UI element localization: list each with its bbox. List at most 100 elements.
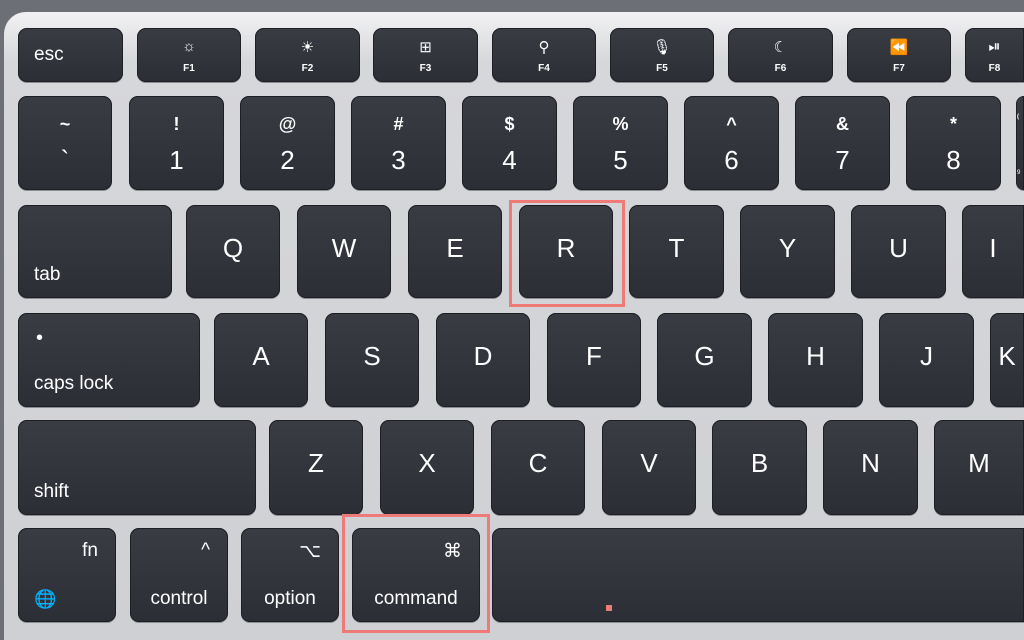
key-label: Y xyxy=(778,233,797,263)
n-key[interactable]: N xyxy=(823,420,918,515)
t-key[interactable]: T xyxy=(629,205,724,298)
key-label: 1 xyxy=(169,145,184,175)
key-label: H xyxy=(806,341,825,371)
key-label: T xyxy=(668,233,685,263)
key-label: W xyxy=(331,233,357,263)
key-label: F6 xyxy=(774,63,787,74)
7-key[interactable]: & 7 xyxy=(795,96,890,190)
key-label: 6 xyxy=(724,145,739,175)
w-key[interactable]: W xyxy=(297,205,391,298)
caps-lock-indicator: • xyxy=(36,327,44,349)
key-label: G xyxy=(694,341,715,371)
control-key[interactable]: ^ control xyxy=(130,528,228,622)
3-key[interactable]: #3 xyxy=(351,96,446,190)
f2-key[interactable]: ☀ F2 xyxy=(255,28,360,82)
c-key[interactable]: C xyxy=(491,420,585,515)
r-key-highlight xyxy=(509,200,625,307)
key-label: F4 xyxy=(538,63,550,74)
key-label: J xyxy=(920,341,933,371)
f5-key[interactable]: 🎙 F5 xyxy=(610,28,714,82)
key-label: X xyxy=(418,448,436,478)
a-key[interactable]: A xyxy=(214,313,308,407)
key-label: C xyxy=(528,448,548,478)
control-symbol-icon: ^ xyxy=(201,540,210,561)
5-key[interactable]: % 5 xyxy=(573,96,668,190)
key-label: 5 xyxy=(613,145,628,175)
key-label: option xyxy=(264,588,316,609)
k-key[interactable]: K xyxy=(990,313,1024,407)
m-key[interactable]: M xyxy=(934,420,1024,515)
z-key[interactable]: Z xyxy=(269,420,363,515)
8-key[interactable]: * 8 xyxy=(906,96,1001,190)
key-label: E xyxy=(446,233,464,263)
g-key[interactable]: G xyxy=(657,313,752,407)
shift-key[interactable]: shift xyxy=(18,420,256,515)
y-key[interactable]: Y xyxy=(740,205,835,298)
key-label: 4 xyxy=(502,145,517,175)
f-key[interactable]: F xyxy=(547,313,641,407)
key-label: 8 xyxy=(946,145,961,175)
tab-key[interactable]: tab xyxy=(18,205,172,298)
key-label: F1 xyxy=(183,63,195,74)
s-key[interactable]: S xyxy=(325,313,419,407)
key-label: U xyxy=(889,233,908,263)
e-key[interactable]: E xyxy=(408,205,502,298)
j-key[interactable]: J xyxy=(879,313,974,407)
key-label: B xyxy=(750,448,769,478)
f6-key[interactable]: ☾ F6 xyxy=(728,28,833,82)
key-label: 7 xyxy=(835,145,850,175)
search-icon: ⚲ xyxy=(538,39,550,56)
space-key[interactable] xyxy=(492,528,1024,622)
key-label: S xyxy=(363,341,381,371)
red-marker xyxy=(606,605,612,611)
key-label: Q xyxy=(222,233,244,263)
key-label: F3 xyxy=(419,63,432,74)
mission-control-icon: ⊞ xyxy=(419,39,432,56)
key-label: I xyxy=(989,233,997,263)
h-key[interactable]: H xyxy=(768,313,863,407)
play-pause-icon: ⏯ xyxy=(988,38,1001,55)
key-label: esc xyxy=(34,44,64,65)
q-key[interactable]: Q xyxy=(186,205,280,298)
key-label: K xyxy=(998,341,1016,371)
f7-key[interactable]: ⏪ F7 xyxy=(847,28,951,82)
x-key[interactable]: X xyxy=(380,420,474,515)
brightness-down-icon: ☼ xyxy=(182,38,196,55)
d-key[interactable]: D xyxy=(436,313,530,407)
b-key[interactable]: B xyxy=(712,420,807,515)
`-key[interactable]: ~ ` xyxy=(18,96,112,190)
6-key[interactable]: ^ 6 xyxy=(684,96,779,190)
key-label: F xyxy=(586,341,602,371)
v-key[interactable]: V xyxy=(602,420,696,515)
key-label: M xyxy=(968,448,990,478)
key-label: N xyxy=(861,448,880,478)
2-key[interactable]: @2 xyxy=(240,96,335,190)
key-shift-label: * xyxy=(949,114,957,134)
key-label: shift xyxy=(34,481,69,502)
key-shift-label: ( xyxy=(1017,114,1019,120)
key-shift-label: ^ xyxy=(726,114,737,134)
key-label: control xyxy=(150,588,208,609)
1-key[interactable]: ! 1 xyxy=(129,96,224,190)
key-label: F8 xyxy=(988,63,1001,74)
fn-key[interactable]: fn 🌐 xyxy=(18,528,116,622)
caps-lock-key[interactable]: caps lock • xyxy=(18,313,200,407)
esc-key[interactable]: esc xyxy=(18,28,123,82)
4-key[interactable]: $4 xyxy=(462,96,557,190)
key-label: Z xyxy=(308,448,324,478)
key-label: F5 xyxy=(656,63,668,74)
key-label: 9 xyxy=(1017,170,1021,176)
9-key[interactable]: (9 xyxy=(1016,96,1024,190)
f4-key[interactable]: ⚲ F4 xyxy=(492,28,596,82)
f1-key[interactable]: ☼ F1 xyxy=(137,28,241,82)
i-key[interactable]: I xyxy=(962,205,1024,298)
u-key[interactable]: U xyxy=(851,205,946,298)
rewind-icon: ⏪ xyxy=(889,39,909,56)
key-label: fn xyxy=(82,540,98,561)
key-shift-label: % xyxy=(612,114,629,134)
f3-key[interactable]: ⊞ F3 xyxy=(373,28,478,82)
key-shift-label: $ xyxy=(504,114,515,134)
f8-key[interactable]: ⏯ F8 xyxy=(965,28,1024,82)
option-key[interactable]: ⌥ option xyxy=(241,528,339,622)
key-shift-label: & xyxy=(836,114,849,134)
